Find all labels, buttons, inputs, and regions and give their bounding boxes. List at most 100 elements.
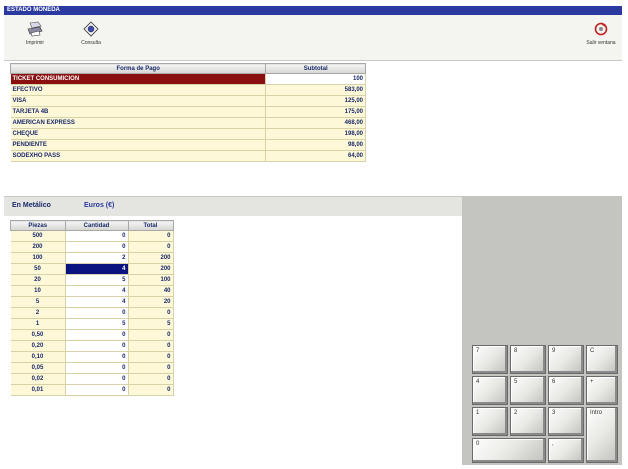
payment-panel: Forma de Pago Subtotal TICKET CONSUMICIO…: [4, 61, 622, 196]
piece-cell: 200: [10, 241, 66, 253]
table-row: 5 4 20: [10, 296, 174, 308]
subtotal-cell: 198,00: [265, 128, 366, 140]
pieces-header: Piezas: [10, 220, 66, 231]
quantity-cell[interactable]: 0: [65, 230, 129, 242]
quantity-cell[interactable]: 0: [65, 373, 129, 385]
total-cell: 100: [128, 274, 174, 286]
payment-method-cell[interactable]: CHEQUE: [10, 128, 267, 140]
total-cell: 0: [128, 362, 174, 374]
total-cell: 0: [128, 340, 174, 352]
query-icon: [83, 21, 99, 37]
key-3[interactable]: 3: [548, 407, 584, 436]
key-5[interactable]: 5: [510, 376, 546, 405]
table-row[interactable]: TARJETA 4B 175,00: [10, 106, 366, 118]
total-cell: 0: [128, 329, 174, 341]
query-label: Consulta: [81, 40, 101, 46]
piece-cell: 0,05: [10, 362, 66, 374]
quantity-cell[interactable]: 5: [65, 274, 129, 286]
table-row[interactable]: TICKET CONSUMICION 100: [10, 73, 366, 85]
quantity-cell-active[interactable]: 4: [65, 263, 129, 275]
payment-method-cell[interactable]: SODEXHO PASS: [10, 150, 267, 162]
payment-method-header[interactable]: Forma de Pago: [9, 63, 267, 74]
table-row: 500 0 0: [10, 230, 174, 242]
key-plus[interactable]: +: [586, 376, 618, 405]
key-4[interactable]: 4: [472, 376, 508, 405]
piece-cell: 100: [10, 252, 66, 264]
total-cell: 0: [128, 307, 174, 319]
quantity-cell[interactable]: 0: [65, 340, 129, 352]
total-cell: 200: [128, 263, 174, 275]
table-row: 0,01 0 0: [10, 384, 174, 396]
piece-cell: 0,01: [10, 384, 66, 396]
table-row: 20 5 100: [10, 274, 174, 286]
total-cell: 0: [128, 351, 174, 363]
quantity-cell[interactable]: 0: [65, 384, 129, 396]
piece-cell: 20: [10, 274, 66, 286]
key-7[interactable]: 7: [472, 345, 508, 374]
payment-method-cell[interactable]: TICKET CONSUMICION: [10, 73, 267, 85]
table-row: 0,02 0 0: [10, 373, 174, 385]
print-button[interactable]: Imprimir: [18, 21, 52, 46]
piece-cell: 0,50: [10, 329, 66, 341]
key-8[interactable]: 8: [510, 345, 546, 374]
key-clear[interactable]: C: [586, 345, 618, 374]
quantity-cell[interactable]: 2: [65, 252, 129, 264]
table-row: 0,05 0 0: [10, 362, 174, 374]
table-row[interactable]: EFECTIVO 583,00: [10, 84, 366, 96]
subtotal-header[interactable]: Subtotal: [265, 63, 366, 74]
quantity-cell[interactable]: 4: [65, 296, 129, 308]
cash-header: En Metálico Euros (€): [4, 196, 462, 216]
payment-method-cell[interactable]: TARJETA 4B: [10, 106, 267, 118]
table-row: 100 2 200: [10, 252, 174, 264]
table-row[interactable]: AMERICAN EXPRESS 468,00: [10, 117, 366, 129]
query-button[interactable]: Consulta: [74, 21, 108, 46]
table-row: 0,50 0 0: [10, 329, 174, 341]
currency-label: Euros (€): [84, 202, 115, 209]
quantity-cell[interactable]: 0: [65, 362, 129, 374]
subtotal-cell: 468,00: [265, 117, 366, 129]
quantity-header: Cantidad: [64, 220, 129, 231]
quantity-cell[interactable]: 4: [65, 285, 129, 297]
table-row[interactable]: VISA 125,00: [10, 95, 366, 107]
quantity-cell[interactable]: 0: [65, 241, 129, 253]
key-enter[interactable]: Intro: [586, 407, 618, 463]
table-row: 50 4 200: [10, 263, 174, 275]
piece-cell: 0,20: [10, 340, 66, 352]
key-1[interactable]: 1: [472, 407, 508, 436]
total-cell: 5: [128, 318, 174, 330]
cash-label: En Metálico: [12, 202, 51, 209]
key-6[interactable]: 6: [548, 376, 584, 405]
printer-icon: [27, 21, 43, 37]
table-row: 200: [10, 307, 174, 319]
toolbar: Imprimir Consulta Salir ventana: [4, 15, 622, 61]
total-cell: 0: [128, 384, 174, 396]
payment-methods-table: Forma de Pago Subtotal TICKET CONSUMICIO…: [9, 63, 366, 162]
quantity-cell[interactable]: 0: [65, 329, 129, 341]
payment-method-cell[interactable]: EFECTIVO: [10, 84, 267, 96]
subtotal-cell: 64,00: [265, 150, 366, 162]
numeric-keypad: 7 8 9 C 4 5 6 + 1 2 3 Intro 0 ,: [462, 196, 622, 465]
quantity-cell[interactable]: 0: [65, 307, 129, 319]
table-row[interactable]: SODEXHO PASS 64,00: [10, 150, 366, 162]
table-row[interactable]: CHEQUE 198,00: [10, 128, 366, 140]
table-row: 200 0 0: [10, 241, 174, 253]
table-row: 0,10 0 0: [10, 351, 174, 363]
payment-method-cell[interactable]: AMERICAN EXPRESS: [10, 117, 267, 129]
exit-button[interactable]: Salir ventana: [582, 21, 620, 46]
key-decimal[interactable]: ,: [548, 438, 584, 463]
payment-method-cell[interactable]: PENDIENTE: [10, 139, 267, 151]
key-2[interactable]: 2: [510, 407, 546, 436]
payment-method-cell[interactable]: VISA: [10, 95, 267, 107]
table-row: 0,20 0 0: [10, 340, 174, 352]
total-cell: 0: [128, 241, 174, 253]
quantity-cell[interactable]: 5: [65, 318, 129, 330]
piece-cell: 2: [10, 307, 66, 319]
quantity-cell[interactable]: 0: [65, 351, 129, 363]
total-cell: 0: [128, 230, 174, 242]
key-9[interactable]: 9: [548, 345, 584, 374]
key-0[interactable]: 0: [472, 438, 546, 463]
window-title: ESTADO MONEDA: [4, 6, 622, 15]
exit-icon: [594, 22, 608, 36]
table-row[interactable]: PENDIENTE 98,00: [10, 139, 366, 151]
total-cell: 200: [128, 252, 174, 264]
